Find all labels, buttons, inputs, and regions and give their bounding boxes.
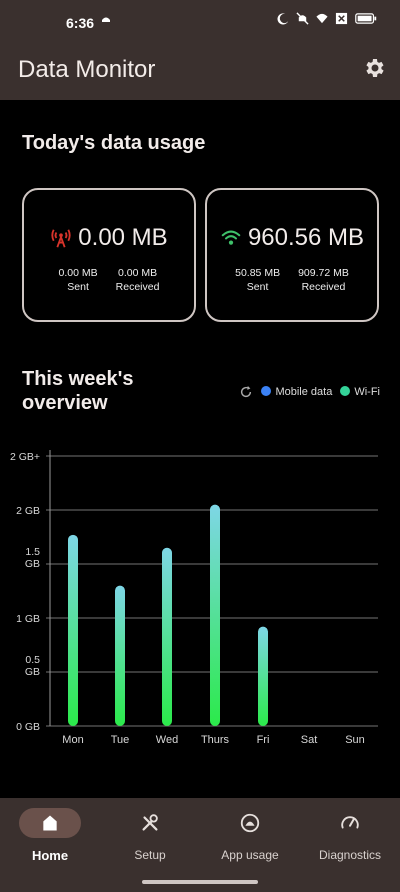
refresh-icon[interactable]	[239, 385, 253, 399]
week-title: This week's overview	[22, 368, 134, 414]
notification-icon	[102, 17, 110, 22]
y-tick-label: 2 GB+	[10, 451, 40, 463]
nav-setup[interactable]: Setup	[100, 808, 200, 862]
wifi-total: 960.56 MB	[247, 224, 365, 251]
cell-tower-icon	[51, 229, 71, 248]
y-tick-label: 2 GB	[16, 505, 40, 517]
wifi-status-icon	[316, 13, 328, 24]
y-tick-label: 1.5 GB	[25, 546, 40, 570]
legend-wifi-swatch	[340, 386, 351, 396]
legend-wifi: Wi-Fi	[340, 386, 380, 398]
moon-icon	[277, 13, 289, 25]
bar-wifi-mon	[68, 534, 78, 726]
home-indicator	[142, 880, 258, 884]
nav-label-app-usage: App usage	[221, 848, 279, 862]
x-tick-label: Fri	[257, 734, 270, 746]
mobile-sent: 0.00 MB Sent	[58, 267, 98, 293]
gear-icon[interactable]	[362, 56, 386, 80]
x-tick-label: Sat	[301, 734, 318, 746]
x-tick-label: Thurs	[201, 734, 230, 746]
mobile-total: 0.00 MB	[78, 224, 168, 251]
y-tick-label: 1 GB	[16, 613, 40, 625]
tools-icon	[142, 814, 158, 831]
nav-label-home: Home	[31, 848, 69, 863]
mobile-usage-card[interactable]: 0.00 MB 0.00 MB Sent 0.00 MB Received	[22, 188, 196, 322]
bar-wifi-wed	[162, 547, 172, 726]
app-title: Data Monitor	[18, 56, 156, 83]
status-bar: 6:36	[0, 0, 400, 48]
y-tick-label: 0 GB	[16, 721, 40, 733]
x-tick-label: Tue	[111, 734, 130, 746]
nav-app-usage[interactable]: App usage	[200, 808, 300, 862]
mobile-received: 0.00 MB Received	[115, 267, 160, 293]
wifi-usage-card[interactable]: 960.56 MB 50.85 MB Sent 909.72 MB Received	[205, 188, 379, 322]
wifi-icon	[221, 230, 241, 245]
speedometer-icon	[341, 816, 359, 829]
status-time: 6:36	[66, 15, 95, 31]
wifi-received: 909.72 MB Received	[298, 267, 349, 293]
bottom-nav: Home Setup App usage Diagnostics	[0, 798, 400, 892]
weekly-usage-chart: 0 GB 0.5 GB 1 GB 1.5 GB 2 GB 2 GB+ Mon Tue Wed Thur…	[10, 450, 378, 746]
nav-label-setup: Setup	[134, 848, 166, 862]
battery-icon	[355, 13, 377, 24]
nav-label-diagnostics: Diagnostics	[318, 848, 382, 862]
home-icon	[43, 815, 57, 831]
app-usage-icon	[240, 813, 260, 833]
x-tick-label: Sun	[345, 734, 365, 746]
sim-icon	[335, 12, 348, 25]
bell-muted-icon	[296, 12, 309, 25]
bar-wifi-tue	[115, 585, 125, 726]
bar-wifi-fri	[258, 626, 268, 726]
x-tick-label: Wed	[156, 734, 178, 746]
y-tick-label: 0.5 GB	[25, 654, 40, 678]
app-bar: Data Monitor	[0, 48, 400, 100]
today-title: Today's data usage	[22, 132, 206, 154]
nav-diagnostics[interactable]: Diagnostics	[300, 808, 400, 862]
x-tick-label: Mon	[62, 734, 83, 746]
status-icons	[277, 12, 378, 25]
bar-wifi-thurs	[210, 504, 220, 726]
chart-legend: Mobile data Wi-Fi	[239, 385, 380, 399]
legend-mobile: Mobile data	[261, 386, 332, 398]
legend-mobile-swatch	[261, 386, 272, 396]
wifi-sent: 50.85 MB Sent	[235, 267, 281, 293]
nav-home[interactable]: Home	[0, 808, 100, 863]
